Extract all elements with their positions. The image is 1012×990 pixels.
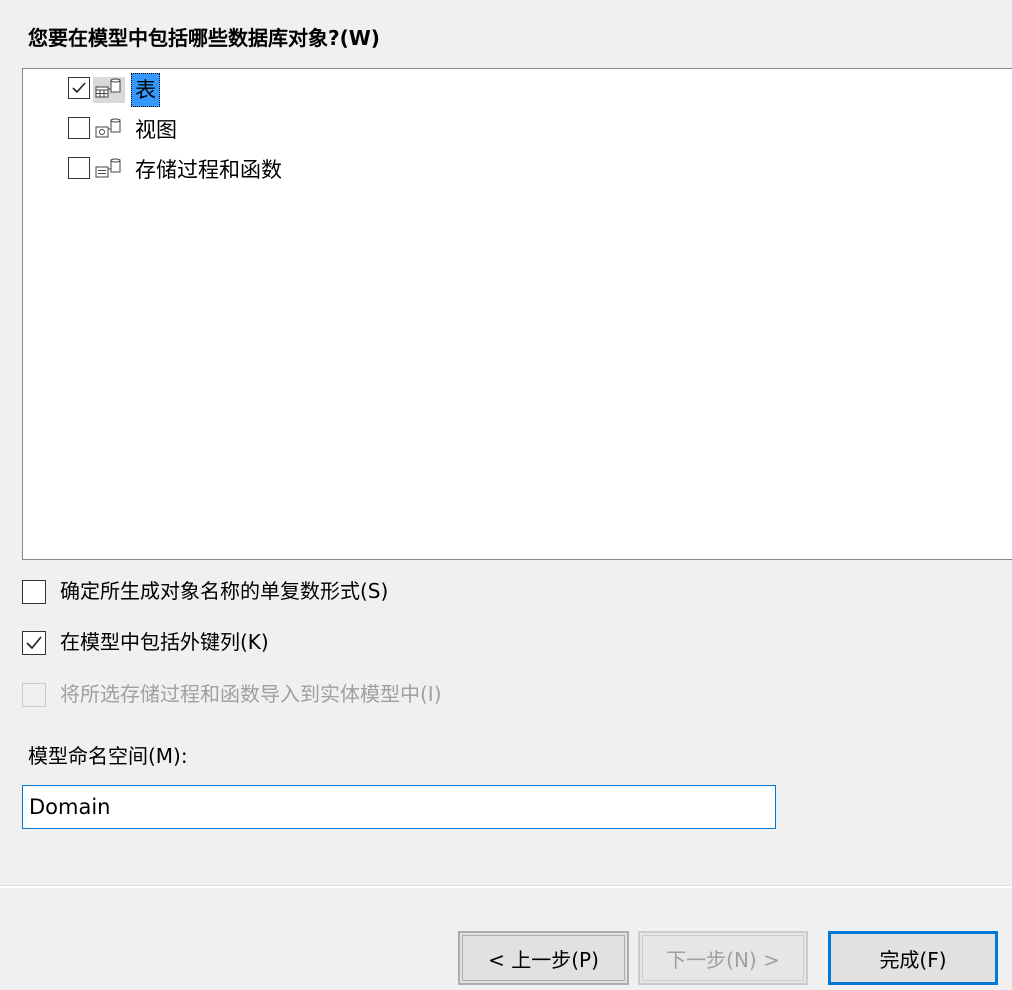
tree-checkbox-tables[interactable] — [68, 77, 90, 99]
footer-separator — [0, 885, 1012, 888]
back-button[interactable]: < 上一步(P) — [458, 931, 629, 985]
tree-label-views[interactable]: 视图 — [131, 113, 181, 147]
objects-prompt-label: 您要在模型中包括哪些数据库对象?(W) — [28, 26, 380, 50]
namespace-label: 模型命名空间(M): — [28, 744, 188, 768]
tree-label-procedures[interactable]: 存储过程和函数 — [131, 153, 286, 187]
view-db-icon — [93, 117, 125, 143]
foreign-keys-label[interactable]: 在模型中包括外键列(K) — [60, 628, 269, 656]
procedure-db-icon — [93, 157, 125, 183]
checkmark-icon — [72, 82, 86, 94]
tree-checkbox-procedures[interactable] — [68, 157, 90, 179]
pluralize-label[interactable]: 确定所生成对象名称的单复数形式(S) — [60, 577, 388, 605]
tree-checkbox-views[interactable] — [68, 117, 90, 139]
foreign-keys-checkbox[interactable] — [22, 631, 46, 655]
table-db-icon — [93, 77, 125, 103]
checkmark-icon — [26, 636, 42, 650]
pluralize-checkbox[interactable] — [22, 580, 46, 604]
import-procs-checkbox — [22, 683, 46, 707]
tree-label-tables[interactable]: 表 — [131, 73, 160, 107]
next-button: 下一步(N) > — [638, 931, 808, 985]
database-objects-tree[interactable]: 表 视图 存储过程和函数 — [22, 68, 1012, 560]
import-procs-label: 将所选存储过程和函数导入到实体模型中(I) — [60, 682, 442, 706]
finish-button[interactable]: 完成(F) — [828, 931, 998, 985]
namespace-input[interactable] — [22, 785, 776, 829]
